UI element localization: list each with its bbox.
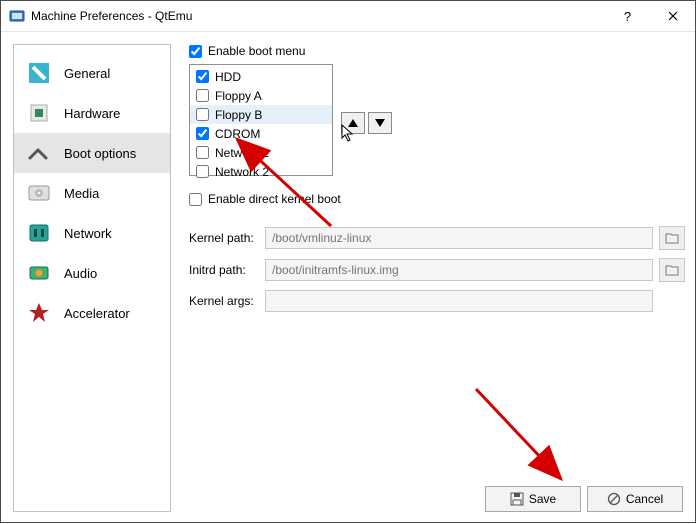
initrd-path-label: Initrd path:	[189, 263, 259, 277]
save-button[interactable]: Save	[485, 486, 581, 512]
boot-item-checkbox[interactable]	[196, 89, 209, 102]
dialog-buttons: Save Cancel	[485, 486, 683, 512]
help-button[interactable]: ?	[605, 1, 650, 31]
sidebar-item-general[interactable]: General	[14, 53, 170, 93]
save-icon	[510, 492, 524, 506]
enable-boot-menu-input[interactable]	[189, 45, 202, 58]
boot-item-label: Network 1	[215, 146, 269, 160]
boot-item-checkbox[interactable]	[196, 165, 209, 178]
sidebar-item-network[interactable]: Network	[14, 213, 170, 253]
sidebar-item-label: Hardware	[64, 106, 120, 121]
boot-options-icon	[26, 140, 52, 166]
cancel-icon	[607, 492, 621, 506]
titlebar: Machine Preferences - QtEmu ?	[1, 1, 695, 32]
network-icon	[26, 220, 52, 246]
boot-item-floppy-a[interactable]: Floppy A	[190, 86, 332, 105]
sidebar-item-boot-options[interactable]: Boot options	[14, 133, 170, 173]
sidebar-item-label: Media	[64, 186, 99, 201]
move-down-button[interactable]	[368, 112, 392, 134]
enable-direct-kernel-input[interactable]	[189, 193, 202, 206]
kernel-args-input[interactable]	[265, 290, 653, 312]
kernel-path-input[interactable]	[265, 227, 653, 249]
boot-item-floppy-b[interactable]: Floppy B	[190, 105, 332, 124]
accelerator-icon	[26, 300, 52, 326]
enable-direct-kernel-label: Enable direct kernel boot	[208, 192, 341, 206]
sidebar-item-label: Boot options	[64, 146, 136, 161]
boot-order-buttons	[341, 112, 392, 134]
general-icon	[26, 60, 52, 86]
close-button[interactable]	[650, 1, 695, 31]
sidebar-item-media[interactable]: Media	[14, 173, 170, 213]
sidebar: General Hardware Boot options Media	[13, 44, 171, 512]
window-title: Machine Preferences - QtEmu	[31, 9, 192, 23]
boot-order-row: HDD Floppy A Floppy B CDROM	[189, 64, 683, 176]
media-icon	[26, 180, 52, 206]
boot-item-label: Floppy B	[215, 108, 262, 122]
boot-item-checkbox[interactable]	[196, 127, 209, 140]
boot-item-network-1[interactable]: Network 1	[190, 143, 332, 162]
hardware-icon	[26, 100, 52, 126]
boot-item-label: CDROM	[215, 127, 260, 141]
initrd-path-input[interactable]	[265, 259, 653, 281]
kernel-path-browse-button[interactable]	[659, 226, 685, 250]
audio-icon	[26, 260, 52, 286]
boot-options-panel: Enable boot menu HDD Floppy A Floppy B	[189, 44, 683, 512]
boot-order-list[interactable]: HDD Floppy A Floppy B CDROM	[189, 64, 333, 176]
sidebar-item-label: Audio	[64, 266, 97, 281]
enable-boot-menu-label: Enable boot menu	[208, 44, 305, 58]
enable-boot-menu-checkbox[interactable]: Enable boot menu	[189, 44, 683, 58]
boot-item-label: HDD	[215, 70, 241, 84]
move-up-button[interactable]	[341, 112, 365, 134]
sidebar-item-hardware[interactable]: Hardware	[14, 93, 170, 133]
kernel-args-label: Kernel args:	[189, 294, 259, 308]
boot-item-checkbox[interactable]	[196, 70, 209, 83]
sidebar-item-label: Network	[64, 226, 112, 241]
boot-item-network-2[interactable]: Network 2	[190, 162, 332, 181]
boot-item-checkbox[interactable]	[196, 146, 209, 159]
sidebar-item-label: Accelerator	[64, 306, 130, 321]
boot-item-label: Network 2	[215, 165, 269, 179]
kernel-form: Kernel path: Initrd path: Kernel args:	[189, 226, 683, 312]
boot-item-label: Floppy A	[215, 89, 262, 103]
sidebar-item-accelerator[interactable]: Accelerator	[14, 293, 170, 333]
save-button-label: Save	[529, 492, 556, 506]
preferences-window: Machine Preferences - QtEmu ? General Ha…	[0, 0, 696, 523]
boot-item-cdrom[interactable]: CDROM	[190, 124, 332, 143]
boot-item-hdd[interactable]: HDD	[190, 67, 332, 86]
client-area: General Hardware Boot options Media	[1, 32, 695, 522]
boot-item-checkbox[interactable]	[196, 108, 209, 121]
cancel-button-label: Cancel	[626, 492, 663, 506]
sidebar-item-audio[interactable]: Audio	[14, 253, 170, 293]
app-icon	[9, 8, 25, 24]
initrd-path-browse-button[interactable]	[659, 258, 685, 282]
cancel-button[interactable]: Cancel	[587, 486, 683, 512]
enable-direct-kernel-checkbox[interactable]: Enable direct kernel boot	[189, 192, 683, 206]
sidebar-item-label: General	[64, 66, 110, 81]
kernel-path-label: Kernel path:	[189, 231, 259, 245]
